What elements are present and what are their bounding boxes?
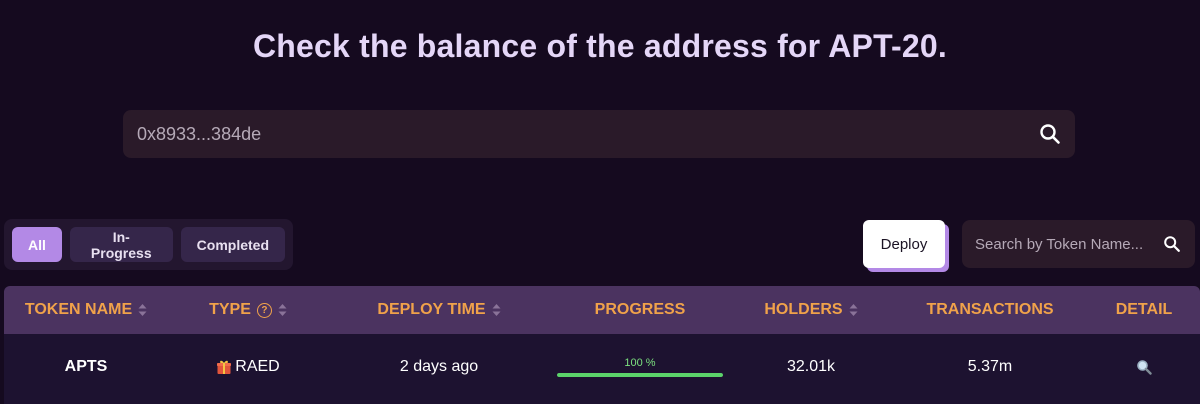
help-icon[interactable]: ?: [256, 302, 272, 318]
header-label: TYPE: [209, 301, 251, 318]
header-progress: PROGRESS: [550, 286, 730, 334]
header-type[interactable]: TYPE ?: [168, 286, 328, 334]
cell-progress: 100 %: [550, 334, 730, 400]
cell-holders: 32.01k: [786, 358, 836, 375]
cell-type: RAED: [168, 334, 328, 400]
type-label: RAED: [235, 358, 280, 375]
header-label: HOLDERS: [764, 301, 843, 318]
header-label: PROGRESS: [594, 301, 686, 318]
page-title: Check the balance of the address for APT…: [252, 28, 948, 64]
sort-icon: [492, 304, 501, 316]
header-label: TRANSACTIONS: [926, 301, 1054, 318]
header-transactions: TRANSACTIONS: [892, 286, 1088, 334]
magnifier-icon[interactable]: [1136, 359, 1152, 375]
cell-transactions: 5.37m: [967, 358, 1013, 375]
token-table: TOKEN NAME TYPE ? DEPLOY TIME PROGRESS H…: [4, 286, 1200, 404]
progress-bar: [557, 373, 723, 377]
sort-icon: [849, 304, 858, 316]
filter-all-button[interactable]: All: [12, 227, 62, 262]
status-filter-group: All In-Progress Completed: [4, 219, 293, 270]
address-input[interactable]: [137, 123, 1039, 145]
token-search-input[interactable]: [975, 235, 1161, 253]
header-holders[interactable]: HOLDERS: [730, 286, 892, 334]
table-body: APTS RAED 2 days ago 100 % 32.01k 5.37m: [4, 334, 1200, 404]
filter-in-progress-button[interactable]: In-Progress: [69, 227, 173, 262]
filter-completed-button[interactable]: Completed: [180, 227, 285, 262]
sort-icon: [278, 304, 287, 316]
gift-icon: [216, 359, 232, 375]
table-row[interactable]: APTS RAED 2 days ago 100 % 32.01k 5.37m: [4, 334, 1200, 400]
header-detail: DETAIL: [1088, 286, 1200, 334]
cell-token-name: APTS: [64, 358, 108, 375]
search-icon[interactable]: [1039, 123, 1061, 145]
header-token-name[interactable]: TOKEN NAME: [4, 286, 168, 334]
search-icon[interactable]: [1161, 233, 1183, 255]
sort-icon: [138, 304, 147, 316]
deploy-button[interactable]: Deploy: [863, 220, 945, 268]
cell-detail: [1088, 334, 1200, 400]
header-label: TOKEN NAME: [24, 301, 133, 318]
header-label: DEPLOY TIME: [377, 301, 486, 318]
header-label: DETAIL: [1115, 301, 1173, 318]
token-search-bar: [962, 220, 1195, 268]
table-header: TOKEN NAME TYPE ? DEPLOY TIME PROGRESS H…: [4, 286, 1200, 334]
address-search-bar: [123, 110, 1075, 158]
cell-deploy-time: 2 days ago: [399, 358, 479, 375]
header-deploy-time[interactable]: DEPLOY TIME: [328, 286, 550, 334]
progress-label: 100 %: [624, 357, 656, 369]
progress-fill: [557, 373, 723, 377]
